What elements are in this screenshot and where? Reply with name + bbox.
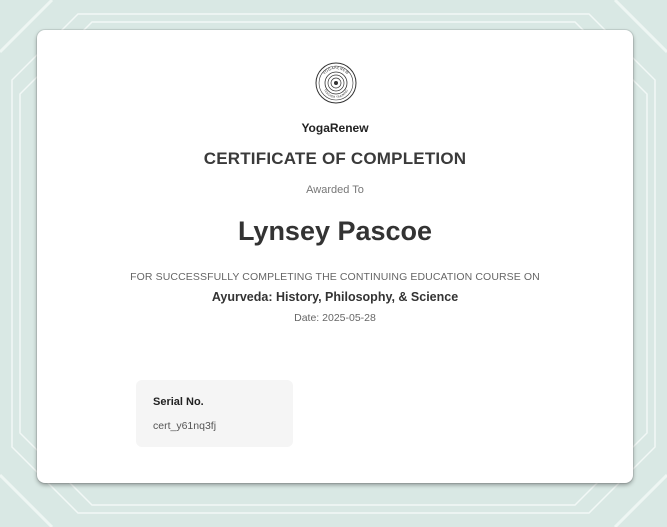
awarded-label: Awarded To	[306, 184, 364, 196]
serial-label: Serial No.	[153, 396, 204, 408]
certificate-page: YOGARENEW TEACHER TRAINING YogaRenew CER…	[0, 0, 667, 527]
brand-name: YogaRenew	[301, 121, 369, 135]
certificate-title: CERTIFICATE OF COMPLETION	[203, 149, 467, 168]
serial-value: cert_y61nq3fj	[153, 420, 217, 432]
course-name: Ayurveda: History, Philosophy, & Science	[211, 290, 459, 304]
course-intro: FOR SUCCESSFULLY COMPLETING THE CONTINUI…	[130, 271, 540, 283]
recipient-name: Lynsey Pascoe	[237, 216, 433, 246]
serial-number-box: Serial No. cert_y61nq3fj	[136, 380, 293, 447]
certificate-card: YOGARENEW TEACHER TRAINING YogaRenew CER…	[37, 30, 633, 483]
yogarenew-seal-icon: YOGARENEW TEACHER TRAINING	[315, 62, 357, 104]
completion-date: Date: 2025-05-28	[294, 312, 376, 324]
